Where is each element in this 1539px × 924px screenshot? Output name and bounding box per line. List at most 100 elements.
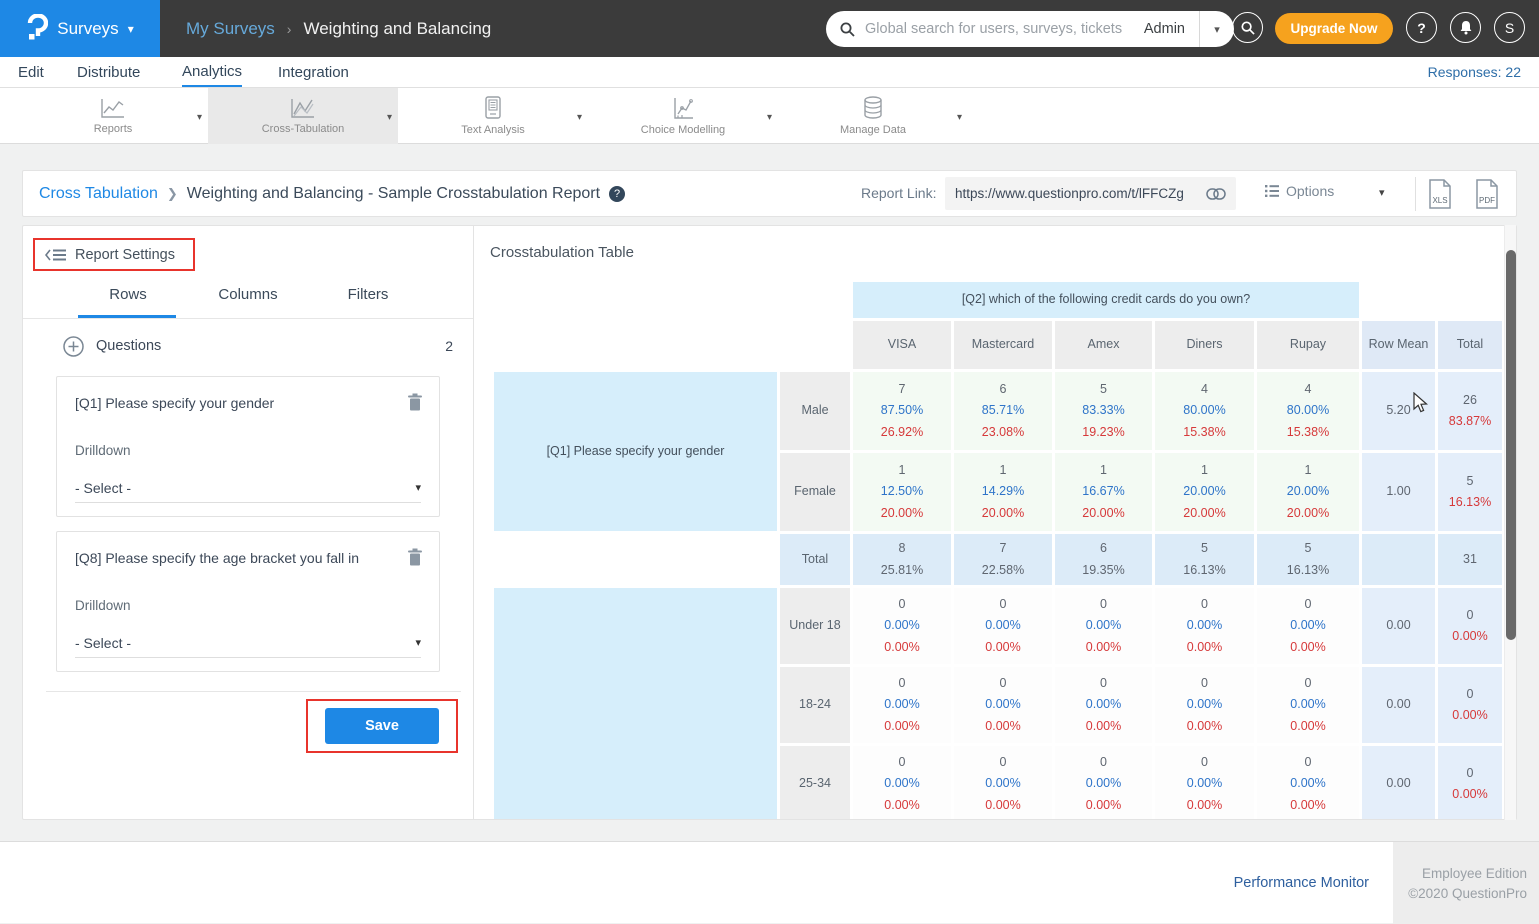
row-mean-cell (1362, 534, 1435, 585)
manage-data-caret-icon[interactable]: ▾ (957, 112, 962, 123)
report-settings-toggle[interactable]: Report Settings (33, 238, 195, 271)
crosstab-cell: 00.00%0.00% (1055, 588, 1152, 664)
search-submit-button[interactable] (1232, 12, 1263, 43)
avatar[interactable]: S (1494, 12, 1525, 43)
toolbar-manage-data[interactable]: Manage Data ▾ (778, 88, 968, 144)
xls-file-icon: XLS (1427, 179, 1453, 209)
row-mean-cell: 0.00 (1362, 667, 1435, 743)
column-header: Mastercard (954, 321, 1052, 369)
report-header-bar: Cross Tabulation ❯ Weighting and Balanci… (22, 170, 1517, 217)
text-analysis-caret-icon[interactable]: ▾ (577, 112, 582, 123)
brand-label: Surveys (57, 19, 118, 39)
drilldown-label: Drilldown (75, 598, 131, 613)
upgrade-now-button[interactable]: Upgrade Now (1275, 13, 1393, 44)
drilldown-select[interactable]: - Select - ▾ (75, 473, 421, 503)
row-group-cell (494, 588, 777, 820)
performance-monitor-link[interactable]: Performance Monitor (1234, 875, 1369, 891)
brand-caret-icon: ▾ (128, 22, 134, 36)
row-mean-cell: 1.00 (1362, 453, 1435, 531)
header-spacer (494, 282, 850, 318)
crosstab-cell: 00.00%0.00% (1155, 667, 1254, 743)
tab-distribute[interactable]: Distribute (77, 57, 140, 87)
delete-question-icon[interactable] (407, 393, 423, 411)
tab-rows[interactable]: Rows (68, 286, 188, 315)
options-button[interactable]: Options (1265, 183, 1334, 199)
report-title: Weighting and Balancing - Sample Crossta… (187, 185, 600, 203)
cross-tabulation-link[interactable]: Cross Tabulation (39, 185, 158, 203)
tab-columns[interactable]: Columns (188, 286, 308, 315)
crosstab-table: [Q2] which of the following credit cards… (491, 279, 1505, 820)
tab-edit[interactable]: Edit (18, 57, 44, 87)
row-header: 18-24 (780, 667, 850, 743)
crosstab-cell: 619.35% (1055, 534, 1152, 585)
crosstab-cell: 583.33%19.23% (1055, 372, 1152, 450)
total-header: Total (1438, 321, 1502, 369)
svg-text:XLS: XLS (1432, 196, 1447, 205)
global-search-bar[interactable]: Admin ▾ (826, 11, 1234, 47)
crosstab-cell: 00.00%0.00% (853, 588, 951, 664)
cross-tabulation-caret-icon[interactable]: ▾ (387, 112, 392, 123)
add-question-icon[interactable] (63, 336, 84, 357)
notifications-button[interactable] (1450, 12, 1481, 43)
brand-surveys-menu[interactable]: Surveys ▾ (0, 0, 160, 57)
edition-block: Employee Edition ©2020 QuestionPro (1393, 842, 1539, 924)
breadcrumb-separator-icon: › (287, 21, 292, 37)
crosstab-cell: 00.00%0.00% (954, 746, 1052, 820)
chevron-right-icon: ❯ (167, 186, 178, 202)
global-search-input[interactable] (863, 20, 1138, 38)
questions-label: Questions (96, 338, 161, 354)
search-icon (840, 22, 855, 37)
tab-filters[interactable]: Filters (308, 286, 428, 315)
row-total-cell: 516.13% (1438, 453, 1502, 531)
row-mean-cell: 5.20 (1362, 372, 1435, 450)
crosstab-cell: 00.00%0.00% (954, 667, 1052, 743)
drilldown-select[interactable]: - Select - ▾ (75, 628, 421, 658)
scrollbar-thumb[interactable] (1506, 250, 1516, 640)
reports-caret-icon[interactable]: ▾ (197, 112, 202, 123)
crosstab-cell: 112.50%20.00% (853, 453, 951, 531)
export-pdf-button[interactable]: PDF (1474, 179, 1500, 214)
panel-divider (473, 226, 474, 820)
row-group-cell: [Q1] Please specify your gender (494, 372, 777, 531)
crosstab-cell: 00.00%0.00% (1155, 746, 1254, 820)
row-total-cell: 00.00% (1438, 746, 1502, 820)
crosstab-cell: 120.00%20.00% (1257, 453, 1359, 531)
crosstab-cell: 516.13% (1257, 534, 1359, 585)
toolbar-reports[interactable]: Reports ▾ (18, 88, 208, 144)
report-breadcrumb: Cross Tabulation ❯ Weighting and Balanci… (39, 171, 625, 216)
options-caret-icon[interactable]: ▾ (1379, 186, 1385, 199)
report-url[interactable]: https://www.questionpro.com/t/lFFCZg (955, 186, 1198, 201)
crosstab-cell: 722.58% (954, 534, 1052, 585)
toolbar-cross-tabulation[interactable]: Cross-Tabulation ▾ (208, 88, 398, 144)
header-spacer (1438, 282, 1502, 318)
crosstab-cell: 00.00%0.00% (1257, 667, 1359, 743)
crosstab-cell: 114.29%20.00% (954, 453, 1052, 531)
choice-modelling-caret-icon[interactable]: ▾ (767, 112, 772, 123)
search-scope-caret-icon[interactable]: ▾ (1200, 23, 1234, 36)
tab-integration[interactable]: Integration (278, 57, 349, 87)
toolbar-text-analysis[interactable]: Text Analysis ▾ (398, 88, 588, 144)
report-help-icon[interactable]: ? (609, 186, 625, 202)
vertical-scrollbar[interactable] (1504, 225, 1516, 820)
question-text: [Q1] Please specify your gender (75, 395, 385, 411)
row-mean-cell: 0.00 (1362, 588, 1435, 664)
row-header: Total (780, 534, 850, 585)
report-link-box[interactable]: https://www.questionpro.com/t/lFFCZg (945, 177, 1236, 210)
export-xls-button[interactable]: XLS (1427, 179, 1453, 214)
delete-question-icon[interactable] (407, 548, 423, 566)
avatar-initial: S (1505, 20, 1514, 36)
help-button[interactable]: ? (1406, 12, 1437, 43)
crosstab-cell: 00.00%0.00% (1257, 588, 1359, 664)
tab-analytics[interactable]: Analytics (182, 57, 242, 87)
crosstab-cell: 00.00%0.00% (1055, 746, 1152, 820)
cross-tab-chart-icon (290, 97, 316, 119)
save-button[interactable]: Save (325, 708, 439, 744)
export-divider (1415, 177, 1416, 211)
header-spacer (1362, 282, 1435, 318)
breadcrumb-my-surveys[interactable]: My Surveys (186, 19, 275, 39)
bell-icon (1459, 20, 1473, 35)
questions-count: 2 (445, 338, 453, 354)
toolbar-choice-modelling[interactable]: Choice Modelling ▾ (588, 88, 778, 144)
crosstab-cell: 00.00%0.00% (1257, 746, 1359, 820)
questions-header-row: Questions 2 (63, 331, 453, 361)
